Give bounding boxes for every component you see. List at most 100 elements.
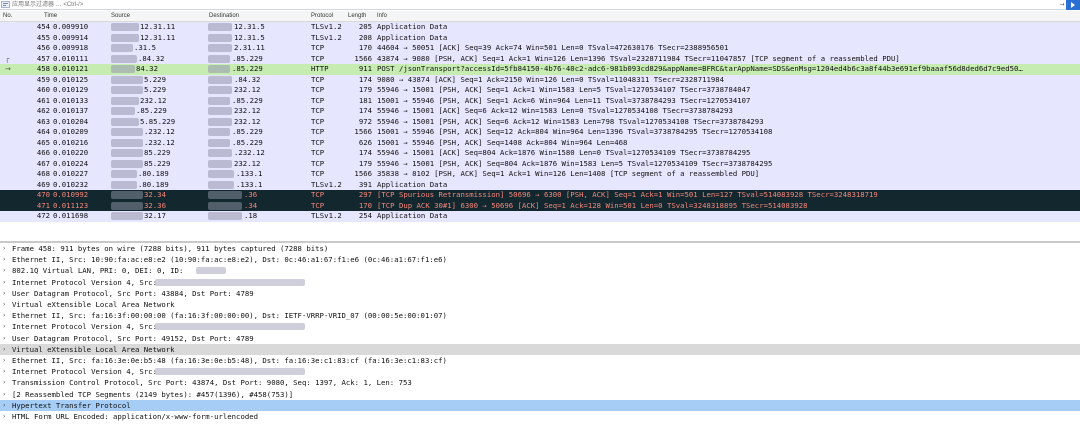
packet-row[interactable]: 463 0.010204 5.85.229 232.12 TCP 972 55946 → 1… xyxy=(0,116,1080,127)
expand-arrow-icon[interactable]: › xyxy=(3,254,5,265)
packet-info: Application Data xyxy=(377,211,448,220)
packet-row[interactable]: 465 0.010216 .232.12 .85.229 TCP 626 15001 → 5… xyxy=(0,137,1080,148)
packet-row[interactable]: 462 0.010137 .85.229 232.12 TCP 174 55946 → 15… xyxy=(0,106,1080,117)
redacted-source-address xyxy=(111,107,135,115)
packet-source: 12.31.11 xyxy=(140,22,176,31)
detail-tree-item[interactable]: › User Datagram Protocol, Src Port: 49152… xyxy=(0,332,1080,344)
detail-tree-item[interactable]: › Ethernet II, Src: 10:90:fa:ac:e8:e2 (10… xyxy=(0,254,1080,266)
expand-arrow-icon[interactable]: › xyxy=(3,366,5,377)
packet-destination: .85.229 xyxy=(232,95,263,105)
column-header-time[interactable]: Time xyxy=(44,13,57,19)
packet-number: 461 xyxy=(36,95,50,105)
packet-row[interactable]: 461 0.010133 232.12 .85.229 TCP 181 15001 → 55… xyxy=(0,95,1080,106)
packet-destination: .84.32 xyxy=(234,74,261,84)
expand-arrow-icon[interactable]: › xyxy=(3,333,5,344)
expand-arrow-icon[interactable]: › xyxy=(3,277,5,288)
detail-tree-label: [2 Reassembled TCP Segments (2149 bytes)… xyxy=(12,389,294,399)
packet-destination: .85.229 xyxy=(232,64,263,73)
expand-arrow-icon[interactable]: › xyxy=(3,288,5,299)
column-header-protocol[interactable]: Protocol xyxy=(311,13,333,19)
expand-arrow-icon[interactable]: › xyxy=(3,377,5,388)
bookmark-filter-icon[interactable] xyxy=(1,1,10,8)
packet-length: 297 xyxy=(358,190,372,199)
packet-row[interactable]: 456 0.009918 .31.5 2.31.11 TCP 170 44604 → 500… xyxy=(0,43,1080,54)
packet-info: 44604 → 50051 [ACK] Seq=39 Ack=74 Win=50… xyxy=(377,43,729,52)
detail-tree-item[interactable]: › Frame 458: 911 bytes on wire (7288 bits… xyxy=(0,243,1080,255)
packet-source: 5.229 xyxy=(144,74,166,84)
column-header-source[interactable]: Source xyxy=(111,13,130,19)
redacted-source-address xyxy=(111,170,137,178)
detail-tree-item[interactable]: › Ethernet II, Src: fa:16:3f:00:00:00 (fa… xyxy=(0,310,1080,322)
packet-destination: 232.12 xyxy=(234,106,261,115)
detail-tree-item[interactable]: › HTML Form URL Encoded: application/x-ww… xyxy=(0,411,1080,423)
column-header-length[interactable]: Length xyxy=(348,13,366,19)
expand-arrow-icon[interactable]: › xyxy=(3,299,5,310)
packet-row[interactable]: ┌ 457 0.010111 .84.32 .85.229 TCP 1566 43874 → … xyxy=(0,53,1080,64)
filter-arrow-icon[interactable]: → xyxy=(1058,0,1066,10)
redacted-destination-address xyxy=(208,86,232,94)
packet-row[interactable]: 472 0.011698 32.17 .18 TLSv1.2 254 Application… xyxy=(0,211,1080,222)
packet-number: 463 xyxy=(36,116,50,126)
column-header-info[interactable]: Info xyxy=(377,13,387,19)
redacted-source-address xyxy=(111,128,143,136)
packet-source: 85.229 xyxy=(144,158,171,168)
packet-info: [TCP Spurious Retransmission] 50696 → 63… xyxy=(377,190,878,199)
packet-row[interactable]: 460 0.010129 5.229 232.12 TCP 179 55946 → 1500… xyxy=(0,85,1080,96)
packet-number: 460 xyxy=(36,85,50,94)
detail-tree-item[interactable]: › Hypertext Transfer Protocol xyxy=(0,399,1080,411)
packet-destination: .85.229 xyxy=(232,137,263,147)
packet-source: 5.229 xyxy=(144,85,166,94)
packet-number: 470 xyxy=(36,190,50,199)
column-header-no[interactable]: No. xyxy=(3,13,12,19)
detail-tree-item[interactable]: › 802.1Q Virtual LAN, PRI: 0, DEI: 0, ID: xyxy=(0,265,1080,277)
packet-row[interactable]: 470 0.010992 32.34 .36 TCP 297 [TCP Spurious R… xyxy=(0,190,1080,201)
expand-arrow-icon[interactable]: › xyxy=(3,321,5,332)
detail-tree-label: Virtual eXtensible Local Area Network xyxy=(12,344,175,354)
detail-tree-item[interactable]: › User Datagram Protocol, Src Port: 43884… xyxy=(0,287,1080,299)
packet-row[interactable]: 466 0.010220 85.229 .232.12 TCP 174 55946 → 15… xyxy=(0,148,1080,159)
expand-arrow-icon[interactable]: › xyxy=(3,243,5,254)
packet-length: 174 xyxy=(358,148,372,157)
display-filter-input[interactable] xyxy=(12,0,1052,10)
detail-tree-item[interactable]: › Transmission Control Protocol, Src Port… xyxy=(0,377,1080,389)
packet-row[interactable]: 455 0.009914 12.31.11 12.31.5 TLSv1.2 208 Appl… xyxy=(0,32,1080,43)
packet-row[interactable]: → 458 0.010121 84.32 .85.229 HTTP 911 POST /jso… xyxy=(0,64,1080,75)
packet-info: Application Data xyxy=(377,32,448,42)
detail-tree-item[interactable]: › Internet Protocol Version 4, Src: xyxy=(0,366,1080,378)
redacted-destination-address xyxy=(208,180,234,189)
redacted-destination-address xyxy=(208,159,232,168)
packet-row[interactable]: 467 0.010224 85.229 232.12 TCP 179 55946 → 150… xyxy=(0,158,1080,169)
expand-arrow-icon[interactable]: › xyxy=(3,265,5,276)
detail-tree-item[interactable]: › [2 Reassembled TCP Segments (2149 bytes… xyxy=(0,388,1080,400)
packet-row[interactable]: 459 0.010125 5.229 .84.32 TCP 174 9080 → 43874… xyxy=(0,74,1080,85)
detail-tree-item[interactable]: › Virtual eXtensible Local Area Network xyxy=(0,343,1080,355)
packet-row[interactable]: 454 0.009910 12.31.11 12.31.5 TLSv1.2 205 Appl… xyxy=(0,22,1080,33)
detail-tree-item[interactable]: › Virtual eXtensible Local Area Network xyxy=(0,299,1080,311)
redacted-destination-address xyxy=(208,33,232,42)
packet-info: Application Data xyxy=(377,22,448,31)
detail-tree-item[interactable]: › Internet Protocol Version 4, Src: xyxy=(0,276,1080,288)
packet-row[interactable]: 471 0.011123 32.36 .34 TCP 170 [TCP Dup ACK 30… xyxy=(0,200,1080,211)
packet-row[interactable]: 469 0.010232 .80.189 .133.1 TLSv1.2 391 Applic… xyxy=(0,179,1080,190)
expand-arrow-icon[interactable]: › xyxy=(3,344,5,355)
column-header-destination[interactable]: Destination xyxy=(209,13,239,19)
packet-protocol: TCP xyxy=(311,53,325,63)
expand-arrow-icon[interactable]: › xyxy=(3,400,5,411)
expand-arrow-icon[interactable]: › xyxy=(3,411,5,422)
packet-row[interactable]: 468 0.010227 .80.189 .133.1 TCP 1566 35838 → 8… xyxy=(0,169,1080,180)
detail-tree-item[interactable]: › Ethernet II, Src: fa:16:3e:0e:b5:48 (fa… xyxy=(0,355,1080,367)
expand-arrow-icon[interactable]: › xyxy=(3,355,5,366)
expand-arrow-icon[interactable]: › xyxy=(3,310,5,321)
detail-tree-item[interactable]: › Internet Protocol Version 4, Src: xyxy=(0,321,1080,333)
packet-list[interactable]: 454 0.009910 12.31.11 12.31.5 TLSv1.2 205 Appl… xyxy=(0,22,1080,241)
packet-source: .80.189 xyxy=(138,169,169,178)
packet-details-tree[interactable]: › Frame 458: 911 bytes on wire (7288 bits… xyxy=(0,243,1080,435)
packet-number: 467 xyxy=(36,158,50,168)
redacted-address xyxy=(155,368,305,376)
expand-arrow-icon[interactable]: › xyxy=(3,389,5,400)
apply-filter-button[interactable] xyxy=(1066,0,1080,10)
packet-destination: .34 xyxy=(244,200,258,210)
packet-time: 0.010204 xyxy=(53,116,89,126)
packet-length: 205 xyxy=(358,22,372,31)
packet-row[interactable]: 464 0.010209 .232.12 .85.229 TCP 1566 15001 → … xyxy=(0,127,1080,138)
